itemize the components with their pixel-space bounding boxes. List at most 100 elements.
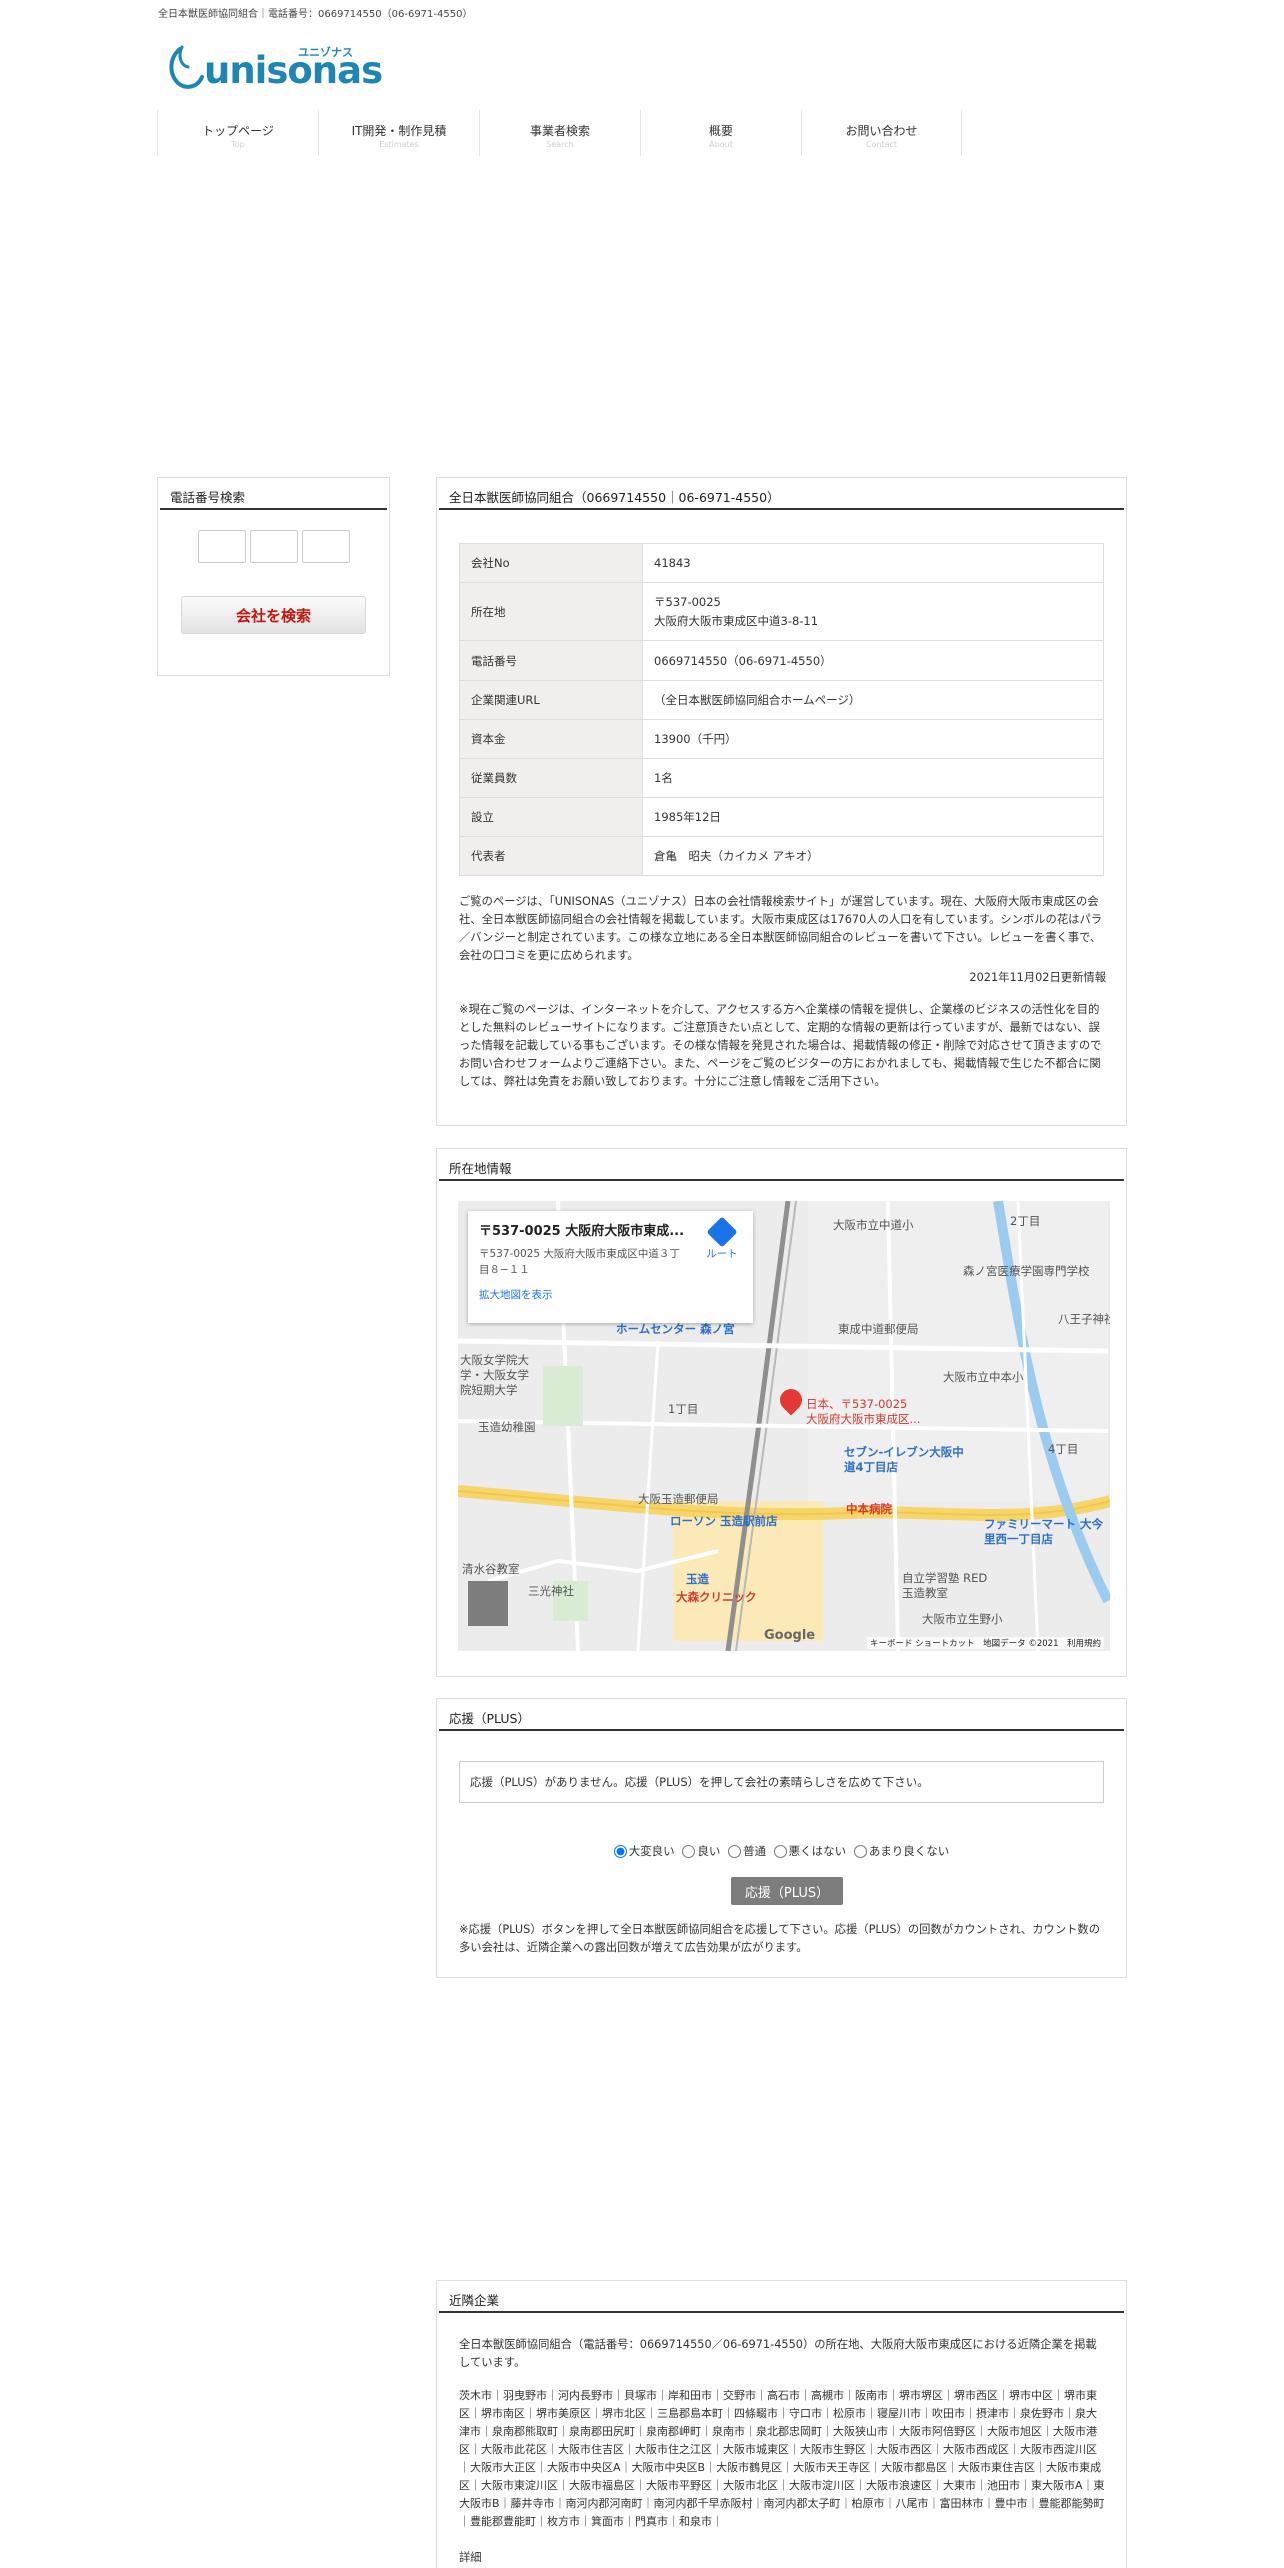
table-row: 従業員数 1名 <box>459 758 1104 798</box>
row-key: 所在地 <box>459 582 643 641</box>
directions-icon <box>706 1216 738 1248</box>
table-row: 企業関連URL （全日本獣医師協同組合ホームページ） <box>459 680 1104 720</box>
nearby-panel: 近隣企業 全日本獣医師協同組合（電話番号：0669714550／06-6971-… <box>436 2280 1127 2568</box>
map-place-label: 東成中道郵便局 <box>838 1322 919 1336</box>
table-row: 電話番号 0669714550（06-6971-4550） <box>459 640 1104 681</box>
support-title: 応援（PLUS） <box>439 1699 1124 1731</box>
company-info-panel: 全日本獣医師協同組合（0669714550｜06-6971-4550） 会社No… <box>436 477 1127 1126</box>
google-logo: Google <box>764 1628 816 1643</box>
map-place-label: 森ノ宮医療学園専門学校 <box>963 1264 1090 1278</box>
nav-item-estimates[interactable]: IT開発・制作見積 Estimates <box>318 110 479 156</box>
phone-area-code-input[interactable] <box>197 530 246 563</box>
map-place-label: セブン-イレブン大阪中道4丁目店 <box>844 1445 964 1474</box>
rating-label: 良い <box>697 1844 721 1858</box>
google-map[interactable]: 大阪市立中道小 森ノ宮医療学園専門学校 ホームセンター 森ノ宮 東成中道郵便局 … <box>458 1201 1110 1651</box>
phone-number-input[interactable] <box>301 530 350 563</box>
company-title: 全日本獣医師協同組合（0669714550｜06-6971-4550） <box>439 478 1124 510</box>
nearby-title: 近隣企業 <box>439 2281 1124 2313</box>
route-button[interactable]: ルート <box>700 1216 744 1261</box>
row-key: 電話番号 <box>459 640 643 681</box>
nav-label: IT開発・制作見積 <box>351 124 447 138</box>
phone-search-panel: 電話番号検索 会社を検索 <box>157 477 390 676</box>
pin-label-line: 日本、〒537-0025 <box>806 1397 908 1411</box>
logo-text: unisonas <box>204 48 383 92</box>
table-row: 資本金 13900（千円） <box>459 719 1104 759</box>
company-info-table: 会社No 41843 所在地 〒537-0025 大阪府大阪市東成区中道3-8-… <box>459 543 1104 876</box>
nav-label: 事業者検索 <box>529 124 590 138</box>
table-row: 会社No 41843 <box>459 543 1104 583</box>
postal-code: 〒537-0025 <box>654 595 721 609</box>
map-pin-label: 日本、〒537-0025 大阪府大阪市東成区... <box>806 1397 920 1427</box>
nav-item-top[interactable]: トップページ Top <box>157 110 318 156</box>
rating-radio[interactable] <box>613 1845 627 1858</box>
map-place-label: 八王子神社 <box>1058 1312 1110 1326</box>
company-url-link[interactable]: （全日本獣医師協同組合ホームページ） <box>642 680 1104 720</box>
rating-options: 大変良い 良い 普通 悪くはない あまり良くない <box>437 1843 1126 1859</box>
site-logo[interactable]: unisonas ユニゾナス <box>166 42 383 92</box>
rating-option[interactable]: 普通 <box>728 1844 766 1858</box>
map-card-title: 〒537-0025 大阪府大阪市東成... <box>479 1224 684 1239</box>
rating-radio[interactable] <box>728 1845 741 1858</box>
map-place-label: 大阪女学院大学・大阪女学院短期大学 <box>460 1353 529 1397</box>
map-place-label: 中本病院 <box>846 1502 892 1516</box>
map-place-label: 4丁目 <box>1048 1442 1079 1456</box>
support-panel: 応援（PLUS） 応援（PLUS）がありません。応援（PLUS）を押して会社の素… <box>436 1698 1127 1978</box>
map-place-label: 清水谷教室 <box>462 1562 520 1576</box>
row-key: 代表者 <box>459 836 643 876</box>
map-card-address: 〒537-0025 大阪府大阪市東成区中道３丁目８−１１ <box>479 1248 680 1276</box>
rating-label: 悪くはない <box>788 1844 847 1858</box>
location-title: 所在地情報 <box>439 1149 1124 1181</box>
nav-item-contact[interactable]: お問い合わせ Contact <box>801 110 962 156</box>
row-value: 1名 <box>642 758 1104 798</box>
logo-swirl-icon <box>169 45 204 89</box>
map-place-label: 大阪市立生野小 <box>922 1612 1003 1626</box>
support-plus-button[interactable]: 応援（PLUS） <box>731 1877 843 1905</box>
rating-option[interactable]: 悪くはない <box>773 1844 847 1858</box>
rating-option[interactable]: 大変良い <box>613 1844 675 1858</box>
row-key: 会社No <box>459 543 643 583</box>
row-key: 資本金 <box>459 719 643 759</box>
nearby-area-links[interactable]: 茨木市｜羽曳野市｜河内長野市｜貝塚市｜岸和田市｜交野市｜高石市｜高槻市｜阪南市｜… <box>459 2387 1106 2531</box>
row-key: 企業関連URL <box>459 680 643 720</box>
rating-label: 大変良い <box>628 1844 675 1858</box>
rating-label: 普通 <box>743 1844 766 1858</box>
support-empty-message: 応援（PLUS）がありません。応援（PLUS）を押して会社の素晴らしさを広めて下… <box>459 1761 1104 1803</box>
map-place-label: 玉造幼稚園 <box>478 1420 536 1434</box>
nav-label: トップページ <box>202 124 274 138</box>
rating-option[interactable]: 良い <box>682 1844 720 1858</box>
description-text: ご覧のページは、「UNISONAS（ユニゾナス）日本の会社情報検索サイト」が運営… <box>459 895 1103 962</box>
company-search-button[interactable]: 会社を検索 <box>181 596 366 634</box>
nav-item-about[interactable]: 概要 About <box>640 110 801 156</box>
map-info-card: 〒537-0025 大阪府大阪市東成... 〒537-0025 大阪府大阪市東成… <box>468 1211 753 1323</box>
map-place-label: 玉造 <box>686 1572 709 1586</box>
enlarge-map-link[interactable]: 拡大地図を表示 <box>479 1287 742 1302</box>
rating-radio[interactable] <box>853 1845 867 1858</box>
nearby-description: 全日本獣医師協同組合（電話番号：0669714550／06-6971-4550）… <box>459 2338 1097 2369</box>
map-place-label: 自立学習塾 RED 玉造教室 <box>902 1571 988 1600</box>
map-place-label: 三光神社 <box>528 1584 574 1598</box>
pin-label-line: 大阪府大阪市東成区... <box>806 1412 921 1426</box>
detail-link[interactable]: 詳細 <box>459 2549 1106 2568</box>
map-place-label: ファミリーマート 大今里西一丁目店 <box>984 1517 1104 1546</box>
rating-radio[interactable] <box>773 1845 787 1858</box>
nav-sub-label: Search <box>546 140 574 149</box>
location-panel: 所在地情報 大阪市立中道小 森ノ宮医療学園専門学校 ホームセンター 森ノ宮 東成… <box>436 1148 1127 1677</box>
map-place-label: 1丁目 <box>668 1402 699 1416</box>
disclaimer-note: ※現在ご覧のページは、インターネットを介して、アクセスする方へ企業様の情報を提供… <box>459 1003 1102 1088</box>
nav-sub-label: Estimates <box>379 140 419 149</box>
row-value: 倉亀 昭夫（カイカメ アキオ） <box>642 836 1104 876</box>
map-place-label: 大森クリニック <box>676 1590 757 1604</box>
nav-sub-label: About <box>709 140 733 149</box>
rating-option[interactable]: あまり良くない <box>853 1844 950 1858</box>
rating-label: あまり良くない <box>868 1844 950 1858</box>
map-place-label: ホームセンター 森ノ宮 <box>616 1322 735 1336</box>
rating-radio[interactable] <box>682 1845 696 1858</box>
row-key: 従業員数 <box>459 758 643 798</box>
company-description: ご覧のページは、「UNISONAS（ユニゾナス）日本の会社情報検索サイト」が運営… <box>459 893 1106 987</box>
map-place-label: 大阪玉造郵便局 <box>638 1492 719 1506</box>
row-key: 設立 <box>459 797 643 837</box>
row-value: 〒537-0025 大阪府大阪市東成区中道3-8-11 <box>642 582 1104 641</box>
map-footer[interactable]: キーボード ショートカット 地図データ ©2021 利用規約 <box>866 1637 1104 1649</box>
phone-exchange-input[interactable] <box>249 530 298 563</box>
nav-item-search[interactable]: 事業者検索 Search <box>479 110 640 156</box>
